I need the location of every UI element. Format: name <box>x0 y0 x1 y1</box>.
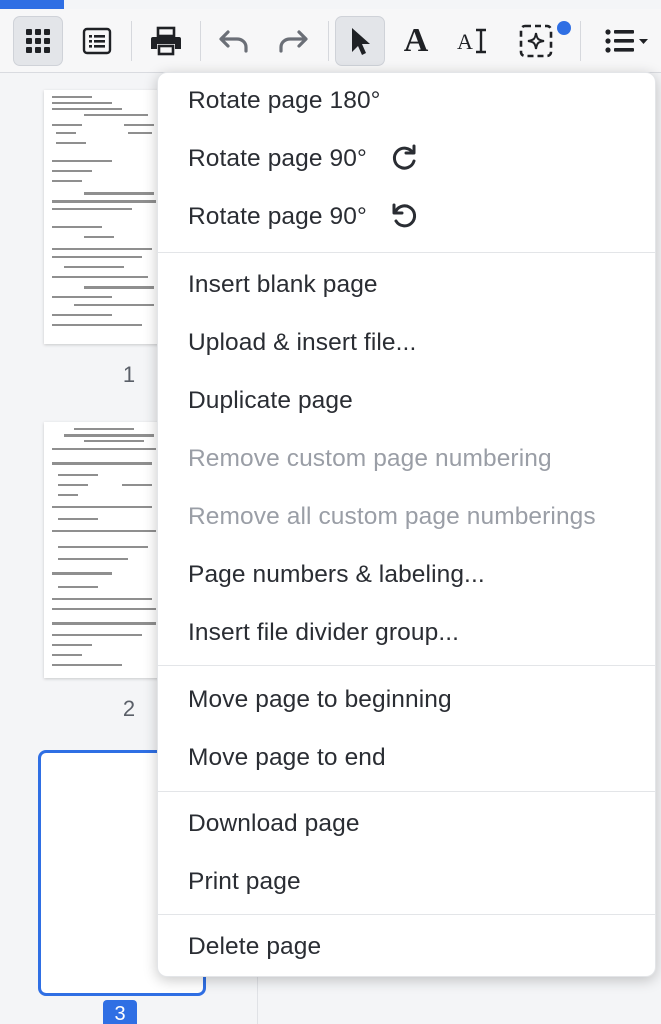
menu-divider <box>158 252 655 253</box>
menu-item-rotate-90-counterclockwise[interactable]: Rotate page 90° <box>158 192 655 242</box>
menu-item-insert-file-divider-group[interactable]: Insert file divider group... <box>158 608 655 658</box>
chevron-down-icon <box>639 39 648 44</box>
more-options-button[interactable] <box>597 16 655 66</box>
grid-view-button[interactable] <box>13 16 63 66</box>
page-context-menu: Rotate page 180° Rotate page 90° Rotate … <box>157 72 656 977</box>
menu-item-delete-page[interactable]: Delete page <box>158 922 655 972</box>
menu-item-upload-insert-file[interactable]: Upload & insert file... <box>158 318 655 368</box>
text-icon: A <box>403 22 429 59</box>
menu-divider <box>158 791 655 792</box>
page-number-badge: 3 <box>103 1000 137 1024</box>
text-cursor-icon: A <box>457 27 489 55</box>
menu-item-remove-custom-page-numbering: Remove custom page numbering <box>188 445 552 472</box>
menu-item-move-page-to-beginning[interactable]: Move page to beginning <box>158 675 655 725</box>
menu-item-insert-blank-page[interactable]: Insert blank page <box>158 260 655 310</box>
list-view-icon <box>82 27 112 55</box>
menu-item-print-page[interactable]: Print page <box>158 857 655 907</box>
app-window: A A 1 2 3 Rotate page 180° Rotate page 9… <box>0 0 661 1024</box>
ai-select-tool-button[interactable] <box>511 16 561 66</box>
menu-item-page-numbers-labeling[interactable]: Page numbers & labeling... <box>158 550 655 600</box>
menu-item-remove-all-custom-page-numberings: Remove all custom page numberings <box>188 503 596 530</box>
menu-item-rotate-180[interactable]: Rotate page 180° <box>158 76 655 126</box>
text-tool-button[interactable]: A <box>391 16 441 66</box>
print-button[interactable] <box>141 16 191 66</box>
toolbar: A A <box>0 9 661 73</box>
notification-dot <box>557 21 571 35</box>
menu-item-duplicate-page[interactable]: Duplicate page <box>158 376 655 426</box>
redo-button[interactable] <box>268 16 318 66</box>
select-tool-button[interactable] <box>335 16 385 66</box>
cursor-icon <box>352 28 370 55</box>
active-tab-indicator <box>0 0 64 9</box>
page-thumbnail-2[interactable] <box>44 422 164 678</box>
redo-icon <box>279 30 308 53</box>
rotate-clockwise-icon <box>389 144 419 174</box>
sparkle-select-icon <box>519 24 553 58</box>
menu-divider <box>158 914 655 915</box>
undo-icon <box>219 30 248 53</box>
menu-divider <box>158 665 655 666</box>
printer-icon <box>151 26 181 56</box>
undo-button[interactable] <box>209 16 259 66</box>
menu-item-rotate-90-clockwise[interactable]: Rotate page 90° <box>158 134 655 184</box>
rotate-counterclockwise-icon <box>389 202 419 232</box>
menu-item-download-page[interactable]: Download page <box>158 799 655 849</box>
grid-icon <box>26 29 50 53</box>
list-menu-icon <box>605 29 648 53</box>
menu-item-move-page-to-end[interactable]: Move page to end <box>158 733 655 783</box>
list-view-button[interactable] <box>72 16 122 66</box>
page-thumbnail-1[interactable] <box>44 90 164 344</box>
text-edit-tool-button[interactable]: A <box>448 16 498 66</box>
